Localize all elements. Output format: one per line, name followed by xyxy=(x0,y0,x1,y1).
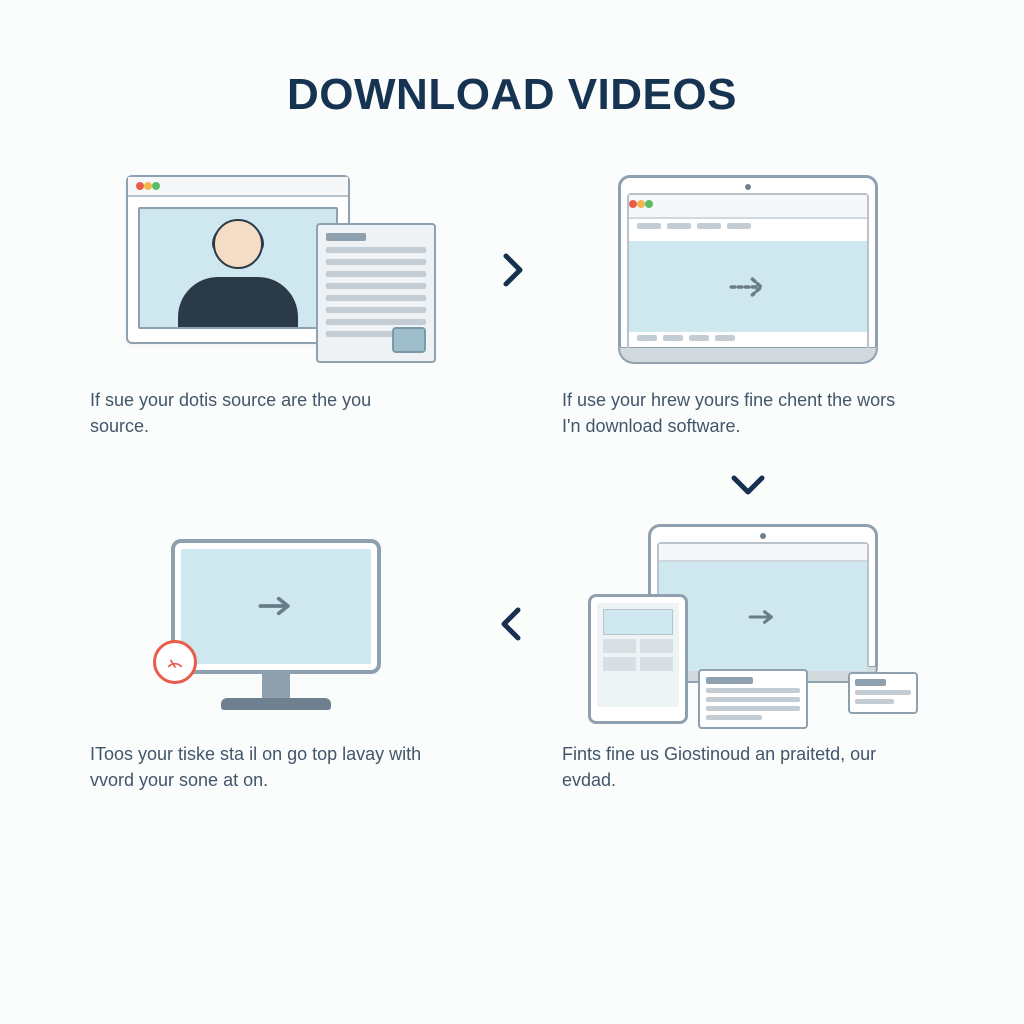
step-1-illustration xyxy=(90,175,462,365)
arrow-4-to-3 xyxy=(472,529,552,719)
document-panel-icon xyxy=(316,223,436,363)
tablet-icon xyxy=(588,594,688,724)
chevron-left-icon xyxy=(492,604,532,644)
arrow-1-to-2 xyxy=(472,175,552,365)
step-4: Fints fine us Giostinoud an praitetd, ou… xyxy=(562,529,934,793)
step-2-caption: If use your hrew yours fine chent the wo… xyxy=(562,387,902,439)
step-2: If use your hrew yours fine chent the wo… xyxy=(562,175,934,439)
download-gauge-icon xyxy=(153,640,197,684)
laptop-icon xyxy=(618,175,878,364)
arrow-2-to-4 xyxy=(562,449,934,519)
chevron-right-icon xyxy=(492,250,532,290)
steps-grid: If sue your dotis source are the you sou… xyxy=(90,175,934,793)
card-icon xyxy=(848,672,918,714)
page-title: DOWNLOAD VIDEOS xyxy=(90,70,934,120)
step-4-caption: Fints fine us Giostinoud an praitetd, ou… xyxy=(562,741,902,793)
step-1-caption: If sue your dotis source are the you sou… xyxy=(90,387,430,439)
arrow-right-icon xyxy=(744,602,782,632)
step-3-illustration xyxy=(90,529,462,719)
step-4-illustration xyxy=(562,529,934,719)
page: DOWNLOAD VIDEOS xyxy=(0,0,1024,1024)
step-3: IToos your tiske sta il on go top lavay … xyxy=(90,529,462,793)
desktop-monitor-icon xyxy=(161,539,391,710)
step-1: If sue your dotis source are the you sou… xyxy=(90,175,462,439)
tag-badge-icon xyxy=(392,327,426,353)
document-icon xyxy=(698,669,808,729)
person-avatar-icon xyxy=(178,227,298,327)
chevron-down-icon xyxy=(728,464,768,504)
arrow-right-icon xyxy=(253,591,299,621)
multi-device-icon xyxy=(588,524,908,724)
step-3-caption: IToos your tiske sta il on go top lavay … xyxy=(90,741,430,793)
arrow-right-icon xyxy=(726,272,770,302)
step-2-illustration xyxy=(562,175,934,365)
video-preview-icon xyxy=(138,207,338,329)
